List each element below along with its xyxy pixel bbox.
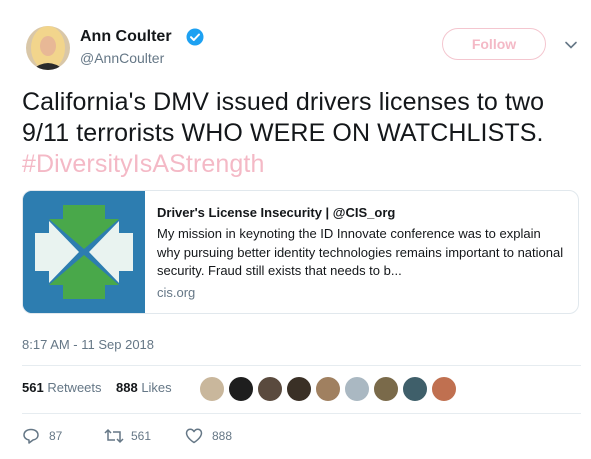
reply-icon [23,428,39,444]
follow-button[interactable]: Follow [442,28,546,60]
hashtag-link[interactable]: #DiversityIsAStrength [22,150,264,178]
reply-action[interactable]: 87 [22,428,82,444]
tweet-body: California's DMV issued drivers licenses… [22,88,545,147]
link-card[interactable]: Driver's License Insecurity | @CIS_org M… [22,190,579,314]
avatar[interactable] [199,376,225,402]
divider [22,365,581,366]
likes-label[interactable]: Likes [141,380,171,395]
tweet-timestamp[interactable]: 8:17 AM - 11 Sep 2018 [22,337,154,352]
like-action[interactable]: 888 [185,428,245,444]
author-handle[interactable]: @AnnCoulter [80,50,164,66]
avatar[interactable] [402,376,428,402]
avatar[interactable] [228,376,254,402]
avatar[interactable] [315,376,341,402]
avatar[interactable] [431,376,457,402]
card-title[interactable]: Driver's License Insecurity | @CIS_org [157,205,395,220]
avatar[interactable] [286,376,312,402]
card-description: My mission in keynoting the ID Innovate … [157,226,564,278]
verified-badge-icon [186,28,204,46]
engagement-stats: 561 Retweets 888 Likes [22,380,172,395]
tweet-text: California's DMV issued drivers licenses… [22,87,578,180]
avatar[interactable] [257,376,283,402]
retweet-count: 561 [131,429,152,443]
retweet-icon [104,428,124,444]
like-count: 888 [212,429,233,443]
card-domain[interactable]: cis.org [157,285,195,300]
heart-icon [185,428,203,444]
likes-count[interactable]: 888 [116,380,138,395]
retweet-action[interactable]: 561 [104,428,164,444]
divider [22,413,581,414]
avatar[interactable] [373,376,399,402]
chevron-down-icon[interactable] [564,38,578,52]
cis-logo [23,191,145,313]
avatar[interactable] [26,26,70,70]
retweets-count[interactable]: 561 [22,380,44,395]
reply-count: 87 [49,429,63,443]
author-name[interactable]: Ann Coulter [80,28,172,46]
profile-photo [26,26,70,70]
retweets-label[interactable]: Retweets [47,380,101,395]
avatar[interactable] [344,376,370,402]
